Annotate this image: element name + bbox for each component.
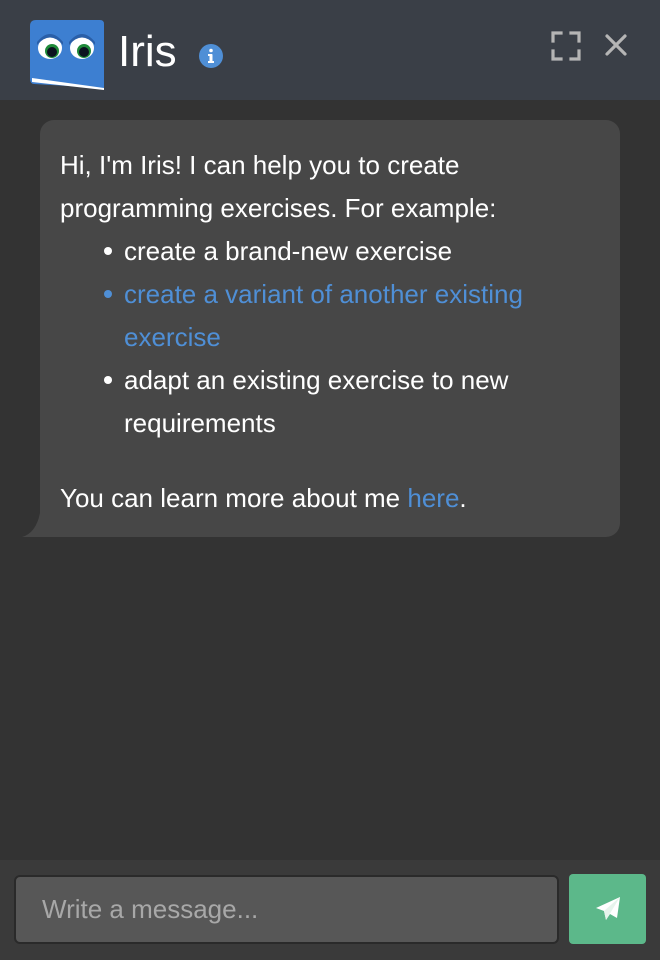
paper-plane-icon	[595, 897, 620, 920]
chat-messages: Hi, I'm Iris! I can help you to create p…	[0, 100, 660, 860]
list-item: adapt an existing exercise to new requir…	[104, 359, 600, 445]
message-input[interactable]	[14, 875, 559, 944]
info-icon[interactable]	[198, 43, 224, 69]
list-item: create a brand-new exercise	[104, 230, 600, 273]
fullscreen-icon[interactable]	[551, 31, 581, 61]
close-icon[interactable]	[603, 32, 629, 58]
message-composer	[0, 860, 660, 960]
learn-more-suffix: .	[459, 483, 467, 513]
learn-more-prefix: You can learn more about me	[60, 483, 408, 513]
chat-title: Iris	[118, 27, 177, 76]
list-item-link[interactable]: create a variant of another existing exe…	[104, 273, 600, 359]
example-list: create a brand-new exercise create a var…	[60, 230, 600, 445]
assistant-message-bubble: Hi, I'm Iris! I can help you to create p…	[40, 120, 620, 537]
send-button[interactable]	[569, 874, 646, 944]
iris-logo-icon	[30, 20, 104, 90]
chat-header: Iris	[0, 0, 660, 100]
learn-more-link[interactable]: here	[407, 483, 459, 513]
message-intro: Hi, I'm Iris! I can help you to create p…	[60, 150, 497, 223]
learn-more-text: You can learn more about me here.	[60, 477, 600, 520]
